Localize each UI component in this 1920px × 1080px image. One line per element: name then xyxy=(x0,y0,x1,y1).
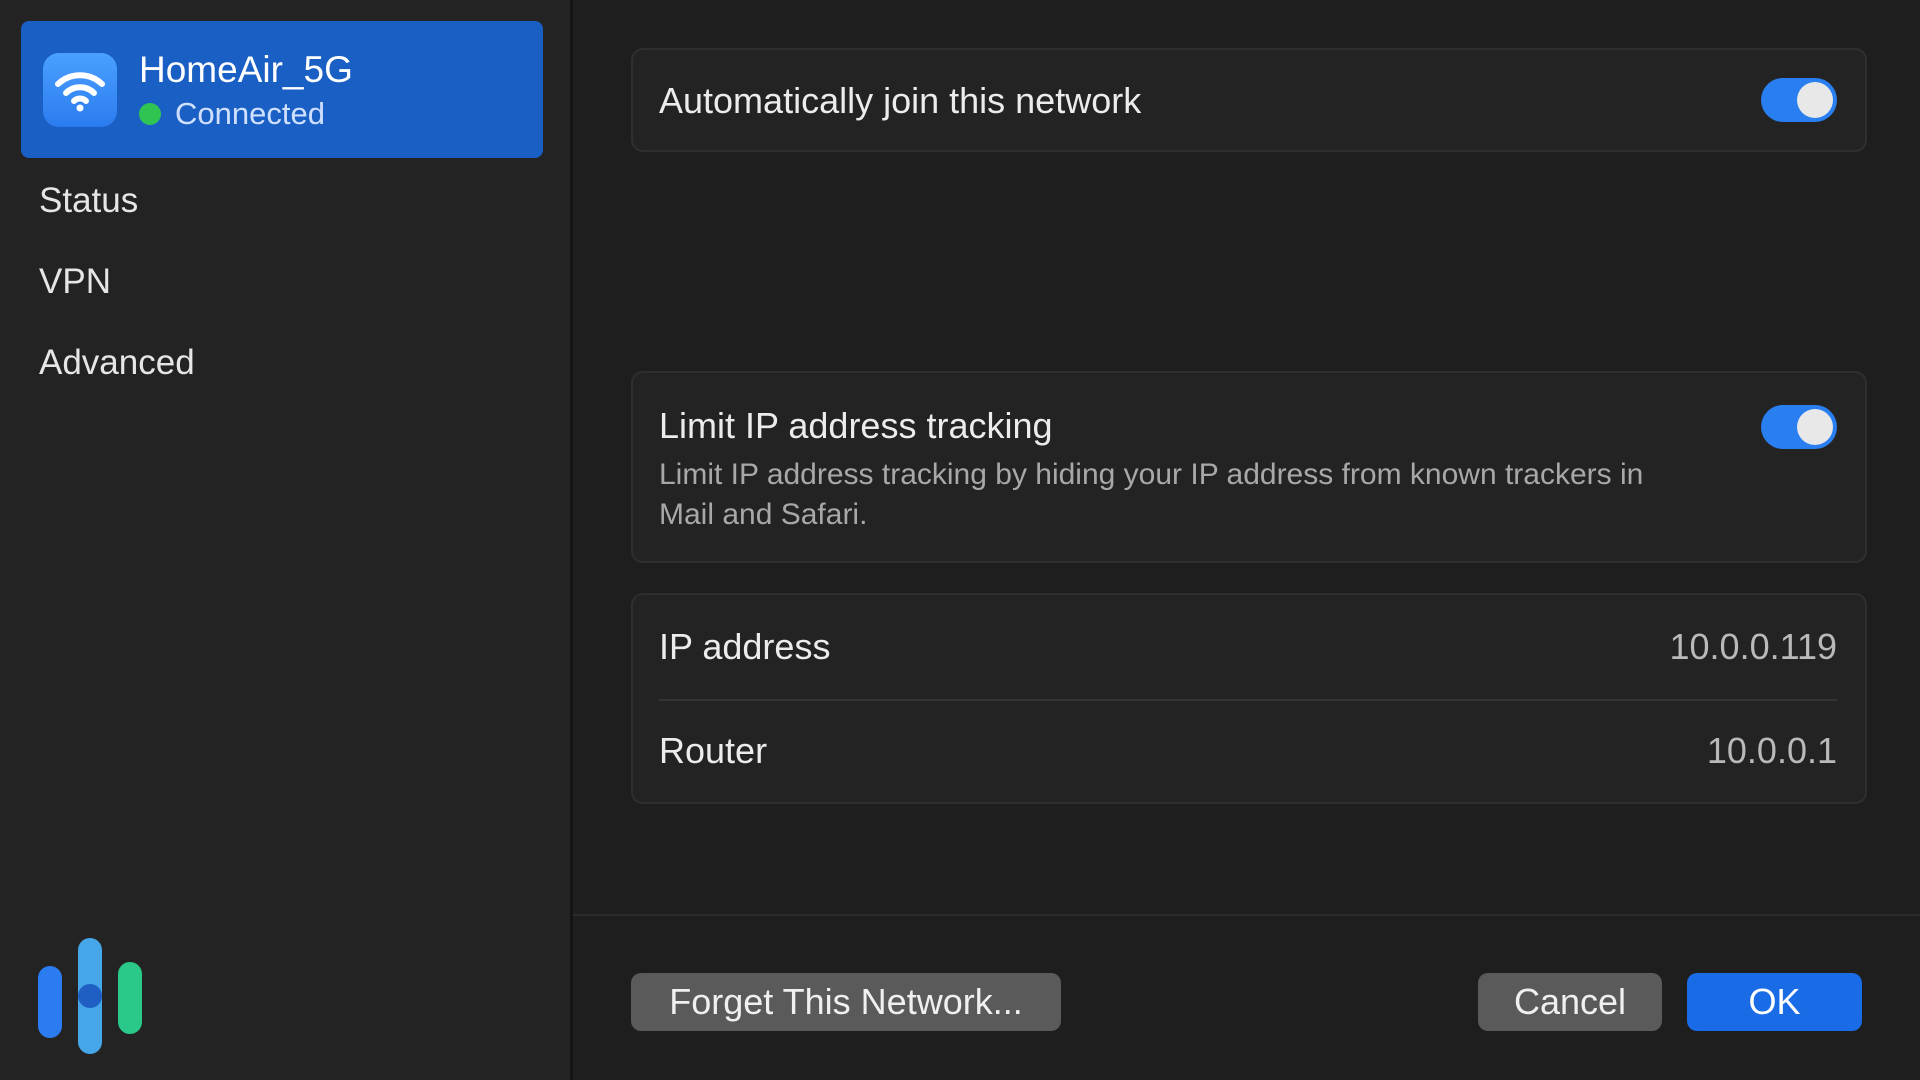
sidebar-item-advanced[interactable]: Advanced xyxy=(0,322,570,403)
router-row: Router 10.0.0.1 xyxy=(659,699,1837,803)
network-info: HomeAir_5G Connected xyxy=(139,48,353,132)
ok-button[interactable]: OK xyxy=(1687,973,1862,1031)
router-label: Router xyxy=(659,730,768,771)
limit-ip-tracking-group: Limit IP address tracking Limit IP addre… xyxy=(631,371,1867,563)
network-settings-window: HomeAir_5G Connected Status VPN Advanced xyxy=(0,0,1920,1080)
auto-join-label: Automatically join this network xyxy=(659,80,1142,121)
forget-network-button[interactable]: Forget This Network... xyxy=(631,973,1061,1031)
auto-join-group: Automatically join this network xyxy=(631,48,1867,152)
brand-logo-icon xyxy=(36,936,146,1056)
limit-ip-tracking-toggle[interactable] xyxy=(1761,405,1837,449)
toggle-knob xyxy=(1797,409,1833,445)
toggle-knob xyxy=(1797,82,1833,118)
main-panel: Automatically join this network Limit IP… xyxy=(573,0,1920,1080)
router-value: 10.0.0.1 xyxy=(1706,730,1837,771)
limit-ip-tracking-description: Limit IP address tracking by hiding your… xyxy=(659,458,1644,531)
network-name: HomeAir_5G xyxy=(139,48,353,90)
network-status: Connected xyxy=(175,95,325,131)
ip-address-row: IP address 10.0.0.119 xyxy=(659,595,1837,701)
sidebar: HomeAir_5G Connected Status VPN Advanced xyxy=(0,0,573,1080)
ip-address-label: IP address xyxy=(659,626,831,667)
sidebar-network-selected[interactable]: HomeAir_5G Connected xyxy=(21,21,543,158)
ip-address-value: 10.0.0.119 xyxy=(1669,626,1837,667)
cancel-button[interactable]: Cancel xyxy=(1478,973,1662,1031)
network-info-group: IP address 10.0.0.119 Router 10.0.0.1 xyxy=(631,593,1867,804)
auto-join-toggle[interactable] xyxy=(1761,78,1837,122)
wifi-icon xyxy=(43,52,117,127)
network-status-row: Connected xyxy=(139,96,353,132)
connected-status-dot xyxy=(139,102,161,125)
sidebar-nav: Status VPN Advanced xyxy=(0,160,570,403)
footer-divider xyxy=(573,914,1920,916)
sidebar-item-status[interactable]: Status xyxy=(0,160,570,241)
sidebar-item-vpn[interactable]: VPN xyxy=(0,241,570,322)
limit-ip-tracking-label: Limit IP address tracking xyxy=(659,405,1053,446)
